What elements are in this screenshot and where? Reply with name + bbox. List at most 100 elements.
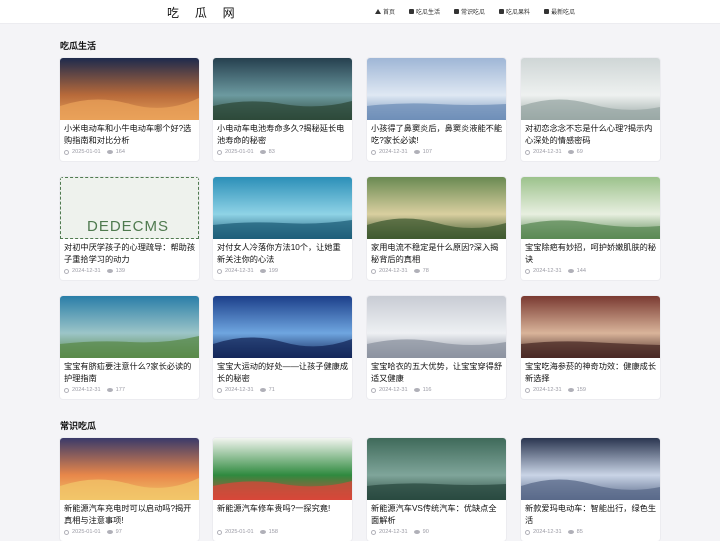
thumbnail-image[interactable] (367, 438, 506, 500)
article-meta: 2024-12-31 144 (525, 268, 586, 274)
article-title[interactable]: 对初中厌学孩子的心理疏导：帮助孩子重拾学习的动力 (64, 242, 195, 266)
article-card[interactable]: 宝宝除疤有妙招，呵护娇嫩肌肤的秘诀 2024-12-31 144 (521, 177, 660, 280)
article-meta: 2025-01-01 158 (217, 529, 278, 535)
thumbnail-image[interactable] (60, 58, 199, 120)
article-title[interactable]: 新款爱玛电动车：智能出行，绿色生活 (525, 503, 656, 527)
article-title[interactable]: 小米电动车和小牛电动车哪个好?选购指南和对比分析 (64, 123, 195, 147)
thumbnail[interactable] (367, 296, 506, 358)
home-icon (375, 9, 381, 14)
article-views: 85 (576, 529, 583, 535)
article-card[interactable]: 小米电动车和小牛电动车哪个好?选购指南和对比分析 2025-01-01 164 (60, 58, 199, 161)
article-date: 2024-12-31 (379, 529, 408, 535)
article-title[interactable]: 宝宝哈衣的五大优势，让宝宝穿得舒适又健康 (371, 361, 502, 385)
article-views: 69 (576, 149, 583, 155)
article-card[interactable]: 小电动车电池寿命多久?揭秘延长电池寿命的秘密 2025-01-01 83 (213, 58, 352, 161)
article-card[interactable]: 对付女人冷落你方法10个，让她重新关注你的心法 2024-12-31 199 (213, 177, 352, 280)
clock-icon (525, 387, 530, 393)
thumbnail[interactable] (60, 296, 199, 358)
article-views: 159 (576, 387, 586, 393)
article-title[interactable]: 新能源汽车充电时可以启动吗?揭开真相与注意事项! (64, 503, 195, 527)
clock-icon (525, 268, 530, 274)
site-logo[interactable]: 吃 瓜 网 (167, 4, 241, 21)
clock-icon (217, 387, 222, 393)
nav-item-knowledge[interactable]: 常识吃瓜 (454, 7, 485, 16)
placeholder-image[interactable]: DEDECMS (60, 177, 199, 239)
nav-label: 常识吃瓜 (461, 10, 486, 16)
thumbnail-image[interactable] (521, 58, 660, 120)
thumbnail[interactable] (213, 58, 352, 120)
clock-icon (64, 268, 69, 274)
eye-icon (567, 150, 574, 154)
top-navigation-bar: 吃 瓜 网 首页 吃瓜生活 常识吃瓜 吃瓜果料 最新吃瓜 (0, 0, 720, 24)
nav-item-home[interactable]: 首页 (375, 7, 395, 16)
nav-item-latest[interactable]: 最新吃瓜 (544, 7, 575, 16)
thumbnail[interactable] (521, 438, 660, 500)
article-meta: 2024-12-31 69 (525, 149, 583, 155)
eye-icon (106, 388, 113, 392)
thumbnail[interactable] (367, 438, 506, 500)
article-title[interactable]: 小孩得了鼻窦炎后，鼻窦炎液能不能吃?家长必读! (371, 123, 502, 147)
clock-icon (64, 529, 69, 535)
article-title[interactable]: 家用电流不稳定是什么原因?深入揭秘背后的真相 (371, 242, 502, 266)
article-title[interactable]: 宝宝吃海参菸的神奇功效：健康成长新选择 (525, 361, 656, 385)
article-card[interactable]: DEDECMS 对初中厌学孩子的心理疏导：帮助孩子重拾学习的动力 2024-12… (60, 177, 199, 280)
article-date: 2025-01-01 (72, 149, 101, 155)
thumbnail-image[interactable] (213, 296, 352, 358)
article-views: 83 (268, 149, 275, 155)
eye-icon (106, 269, 113, 273)
article-card[interactable]: 新能源汽车修车贵吗?一探究竟! 2025-01-01 158 (213, 438, 352, 541)
thumbnail[interactable] (367, 177, 506, 239)
article-card[interactable]: 新能源汽车VS传统汽车：优缺点全面解析 2024-12-31 90 (367, 438, 506, 541)
thumbnail[interactable] (60, 58, 199, 120)
article-title[interactable]: 宝宝大运动的好处——让孩子健康成长的秘密 (217, 361, 348, 385)
thumbnail[interactable] (213, 438, 352, 500)
eye-icon (413, 388, 420, 392)
placeholder-text: DEDECMS (87, 218, 170, 235)
article-card[interactable]: 宝宝吃海参菸的神奇功效：健康成长新选择 2024-12-31 159 (521, 296, 660, 399)
article-card[interactable]: 对初恋念念不忘是什么心理?揭示内心深处的情感密码 2024-12-31 69 (521, 58, 660, 161)
thumbnail[interactable] (60, 438, 199, 500)
thumbnail-image[interactable] (213, 58, 352, 120)
thumbnail-image[interactable] (367, 296, 506, 358)
thumbnail[interactable] (521, 177, 660, 239)
thumbnail-image[interactable] (367, 177, 506, 239)
thumbnail[interactable] (521, 296, 660, 358)
thumbnail-image[interactable] (213, 438, 352, 500)
thumbnail[interactable] (521, 58, 660, 120)
article-card[interactable]: 宝宝有脐疝要注意什么?家长必读的护理指南 2024-12-31 177 (60, 296, 199, 399)
article-meta: 2024-12-31 177 (64, 387, 125, 393)
article-views: 71 (268, 387, 275, 393)
thumbnail-image[interactable] (521, 438, 660, 500)
thumbnail-image[interactable] (60, 296, 199, 358)
nav-item-gossip[interactable]: 吃瓜果料 (499, 7, 530, 16)
eye-icon (567, 388, 574, 392)
article-card[interactable]: 小孩得了鼻窦炎后，鼻窦炎液能不能吃?家长必读! 2024-12-31 107 (367, 58, 506, 161)
article-title[interactable]: 新能源汽车VS传统汽车：优缺点全面解析 (371, 503, 502, 527)
article-title[interactable]: 新能源汽车修车贵吗?一探究竟! (217, 503, 348, 527)
article-date: 2024-12-31 (379, 268, 408, 274)
article-card[interactable]: 新款爱玛电动车：智能出行，绿色生活 2024-12-31 85 (521, 438, 660, 541)
nav-item-life[interactable]: 吃瓜生活 (409, 7, 440, 16)
article-card[interactable]: 宝宝大运动的好处——让孩子健康成长的秘密 2024-12-31 71 (213, 296, 352, 399)
thumbnail[interactable] (213, 296, 352, 358)
thumbnail-image[interactable] (60, 438, 199, 500)
article-title[interactable]: 对初恋念念不忘是什么心理?揭示内心深处的情感密码 (525, 123, 656, 147)
article-card[interactable]: 家用电流不稳定是什么原因?深入揭秘背后的真相 2024-12-31 78 (367, 177, 506, 280)
thumbnail-image[interactable] (213, 177, 352, 239)
article-views: 199 (268, 268, 278, 274)
eye-icon (259, 530, 266, 534)
thumbnail[interactable] (367, 58, 506, 120)
article-title[interactable]: 宝宝有脐疝要注意什么?家长必读的护理指南 (64, 361, 195, 385)
thumbnail-image[interactable] (521, 296, 660, 358)
article-meta: 2024-12-31 71 (217, 387, 275, 393)
thumbnail[interactable]: DEDECMS (60, 177, 199, 239)
clock-icon (64, 387, 69, 393)
article-title[interactable]: 对付女人冷落你方法10个，让她重新关注你的心法 (217, 242, 348, 266)
thumbnail[interactable] (213, 177, 352, 239)
article-title[interactable]: 小电动车电池寿命多久?揭秘延长电池寿命的秘密 (217, 123, 348, 147)
article-card[interactable]: 宝宝哈衣的五大优势，让宝宝穿得舒适又健康 2024-12-31 116 (367, 296, 506, 399)
thumbnail-image[interactable] (521, 177, 660, 239)
article-title[interactable]: 宝宝除疤有妙招，呵护娇嫩肌肤的秘诀 (525, 242, 656, 266)
thumbnail-image[interactable] (367, 58, 506, 120)
article-card[interactable]: 新能源汽车充电时可以启动吗?揭开真相与注意事项! 2025-01-01 97 (60, 438, 199, 541)
